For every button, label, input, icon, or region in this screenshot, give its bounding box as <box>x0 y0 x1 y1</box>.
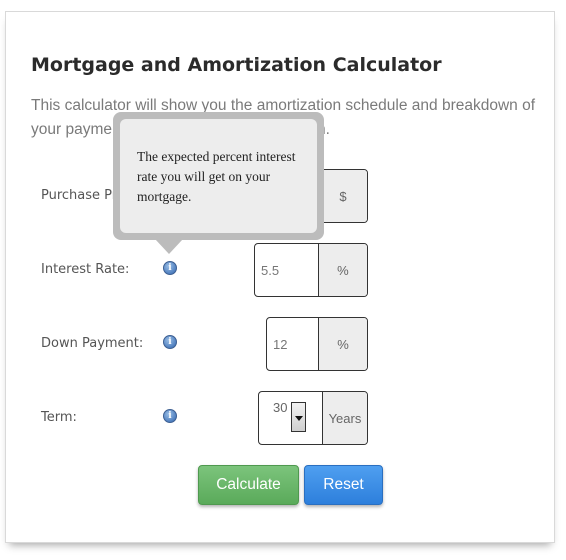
purchase-price-unit: $ <box>317 170 367 222</box>
down-payment-input[interactable]: 12 <box>267 318 318 370</box>
down-payment-group: 12 % <box>266 317 368 371</box>
tooltip-pointer <box>155 239 183 254</box>
term-label: Term: <box>41 410 77 425</box>
interest-rate-info-icon[interactable]: i <box>163 261 177 275</box>
tooltip-text: The expected percent interest rate you w… <box>120 119 317 233</box>
term-unit: Years <box>321 392 367 444</box>
calculate-button[interactable]: Calculate <box>198 465 299 505</box>
purchase-price-label: Purchase Pri <box>41 188 121 203</box>
term-group: 30 Years <box>258 391 368 445</box>
chevron-down-icon[interactable] <box>291 402 306 432</box>
term-select-value: 30 <box>273 400 288 415</box>
term-select[interactable]: 30 <box>259 392 322 444</box>
reset-button[interactable]: Reset <box>304 465 383 505</box>
interest-rate-group: 5.5 % <box>254 243 368 297</box>
interest-rate-input[interactable]: 5.5 <box>255 244 318 296</box>
interest-rate-unit: % <box>317 244 367 296</box>
interest-rate-tooltip: The expected percent interest rate you w… <box>113 112 324 240</box>
down-payment-info-icon[interactable]: i <box>163 335 177 349</box>
term-info-icon[interactable]: i <box>163 409 177 423</box>
page-title: Mortgage and Amortization Calculator <box>31 54 442 76</box>
interest-rate-label: Interest Rate: <box>41 262 130 277</box>
down-payment-label: Down Payment: <box>41 336 144 351</box>
intro-line-2-start: your payment <box>31 121 125 138</box>
down-payment-unit: % <box>318 318 367 370</box>
